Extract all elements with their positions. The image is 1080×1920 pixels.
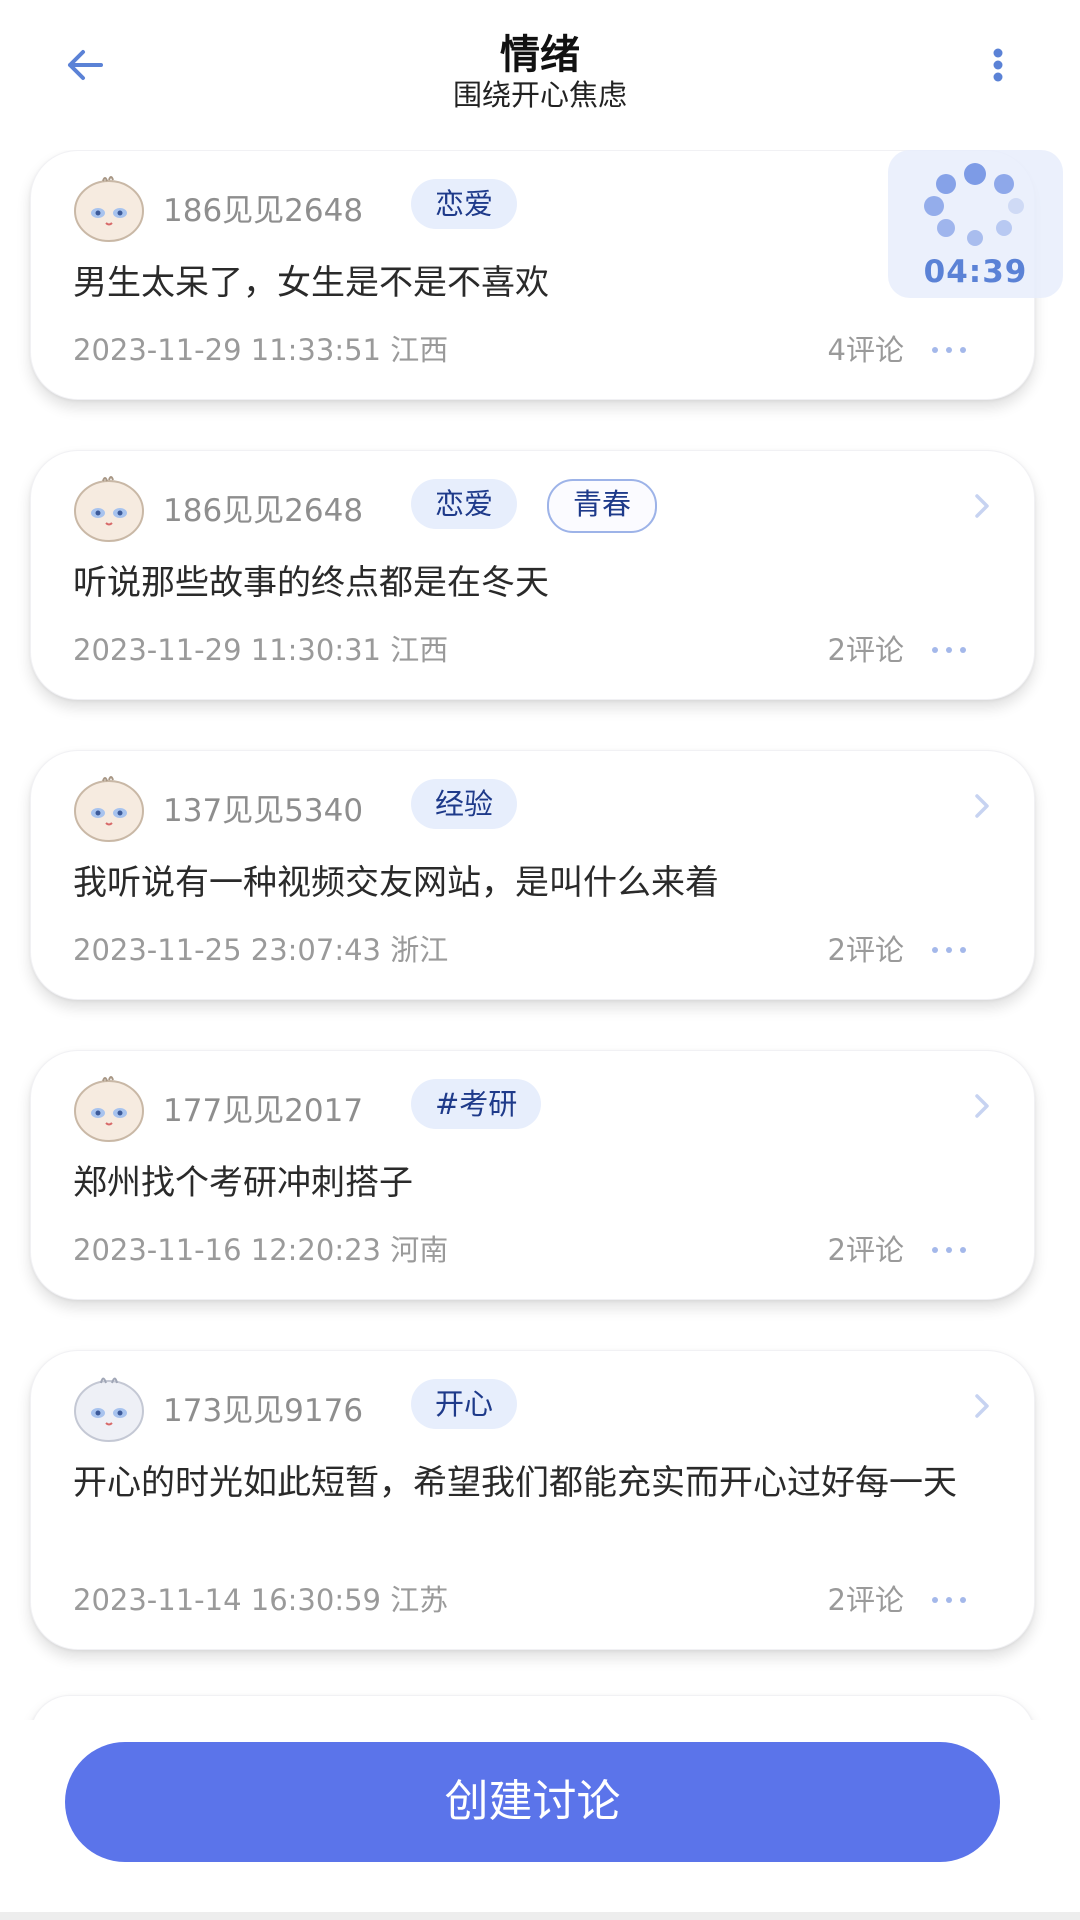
tag[interactable]: 开心	[411, 1379, 518, 1429]
tag[interactable]: 经验	[411, 779, 518, 829]
post-card[interactable]: 186见见2648 恋爱 青春 听说那些故事的终点都是在冬天 2023-11-2…	[30, 450, 1035, 700]
comment-count[interactable]: 2评论	[828, 1227, 904, 1269]
post-content[interactable]: 郑州找个考研冲刺搭子	[73, 1161, 1003, 1205]
username[interactable]: 173见见9176	[163, 1385, 363, 1430]
username[interactable]: 177见见2017	[163, 1085, 363, 1130]
avatar-icon	[74, 1076, 144, 1142]
post-content[interactable]: 男生太呆了，女生是不是不喜欢	[73, 261, 1003, 305]
spinner-icon	[924, 163, 1024, 246]
avatar	[71, 1373, 147, 1443]
avatar-icon	[74, 776, 144, 842]
chevron-right-icon[interactable]	[970, 791, 994, 821]
avatar-icon	[74, 476, 144, 542]
username[interactable]: 186见见2648	[163, 185, 363, 230]
chevron-right-icon[interactable]	[970, 1391, 994, 1421]
avatar	[71, 1073, 147, 1143]
avatar	[71, 173, 147, 243]
post-meta: 2023-11-29 11:33:51 江西	[73, 333, 449, 367]
more-horizontal-icon	[932, 1247, 966, 1253]
post-card[interactable]: 137见见5340 经验 我听说有一种视频交友网站，是叫什么来着 2023-11…	[30, 750, 1035, 1000]
post-content[interactable]: 开心的时光如此短暂，希望我们都能充实而开心过好每一天	[73, 1461, 1003, 1505]
more-options-button[interactable]	[929, 935, 969, 965]
post-meta: 2023-11-25 23:07:43 浙江	[73, 933, 449, 967]
timer-label: 04:39	[923, 254, 1028, 290]
more-options-button[interactable]	[929, 635, 969, 665]
post-card[interactable]: 177见见2017 #考研 郑州找个考研冲刺搭子 2023-11-16 12:2…	[30, 1050, 1035, 1300]
tag[interactable]: #考研	[411, 1079, 542, 1129]
more-horizontal-icon	[932, 347, 966, 353]
more-vertical-icon	[993, 48, 1003, 82]
more-button[interactable]	[978, 40, 1018, 90]
more-options-button[interactable]	[929, 1585, 969, 1615]
more-horizontal-icon	[932, 647, 966, 653]
post-content[interactable]: 我听说有一种视频交友网站，是叫什么来着	[73, 861, 1003, 905]
tag-group: 恋爱	[411, 179, 518, 229]
tag-group: 开心	[411, 1379, 518, 1429]
tag[interactable]: 青春	[547, 479, 658, 533]
tag-group: #考研	[411, 1079, 542, 1129]
tag-group: 经验	[411, 779, 518, 829]
more-options-button[interactable]	[929, 335, 969, 365]
username[interactable]: 137见见5340	[163, 785, 363, 830]
loading-indicator: 04:39	[888, 150, 1063, 298]
home-indicator	[0, 1912, 1080, 1920]
chevron-right-icon[interactable]	[970, 1091, 994, 1121]
comment-count[interactable]: 2评论	[828, 927, 904, 969]
tag[interactable]: 恋爱	[411, 479, 518, 529]
avatar-icon	[74, 176, 144, 242]
post-card[interactable]: 173见见9176 开心 开心的时光如此短暂，希望我们都能充实而开心过好每一天 …	[30, 1350, 1035, 1650]
post-list[interactable]: 186见见2648 恋爱 男生太呆了，女生是不是不喜欢 2023-11-29 1…	[0, 150, 1080, 1720]
post-content[interactable]: 听说那些故事的终点都是在冬天	[73, 561, 1003, 605]
comment-count[interactable]: 4评论	[828, 327, 904, 369]
post-meta: 2023-11-29 11:30:31 江西	[73, 633, 449, 667]
page-subtitle: 围绕开心焦虑	[452, 78, 627, 112]
more-options-button[interactable]	[929, 1235, 969, 1265]
post-card[interactable]	[30, 1695, 1035, 1720]
tag-group: 恋爱 青春	[411, 479, 658, 533]
post-card[interactable]: 186见见2648 恋爱 男生太呆了，女生是不是不喜欢 2023-11-29 1…	[30, 150, 1035, 400]
more-horizontal-icon	[932, 1597, 966, 1603]
top-bar: 情绪 围绕开心焦虑	[0, 0, 1080, 120]
comment-count[interactable]: 2评论	[828, 627, 904, 669]
avatar-icon	[74, 1377, 144, 1442]
post-meta: 2023-11-16 12:20:23 河南	[73, 1233, 449, 1267]
chevron-right-icon[interactable]	[970, 491, 994, 521]
post-meta: 2023-11-14 16:30:59 江苏	[73, 1583, 449, 1617]
username[interactable]: 186见见2648	[163, 485, 363, 530]
create-discussion-button[interactable]: 创建讨论	[65, 1742, 1000, 1862]
more-horizontal-icon	[932, 947, 966, 953]
tag[interactable]: 恋爱	[411, 179, 518, 229]
avatar	[71, 773, 147, 843]
avatar	[71, 473, 147, 543]
comment-count[interactable]: 2评论	[828, 1577, 904, 1619]
